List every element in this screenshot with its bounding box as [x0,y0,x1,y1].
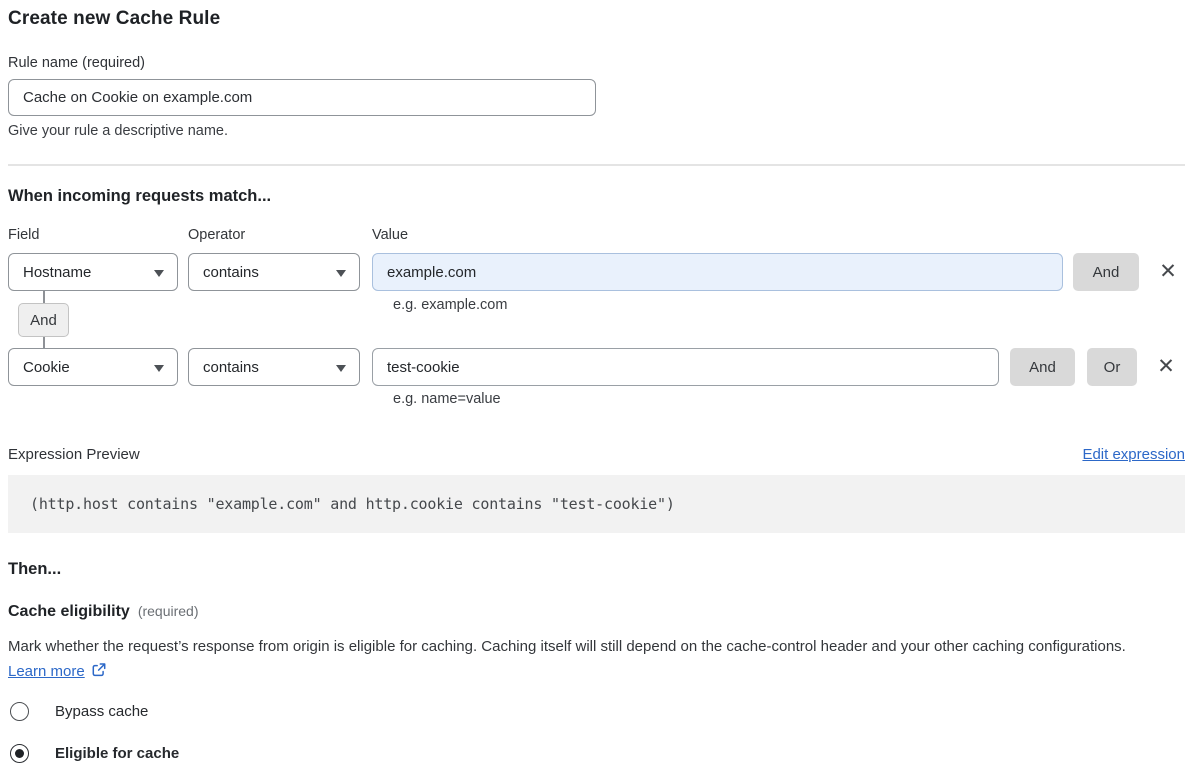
radio-circle-unselected [10,702,29,721]
external-link-icon [91,661,107,686]
operator-select-value: contains [203,264,259,281]
and-connector-chip[interactable]: And [18,303,69,337]
match-row-2: Cookie contains And Or ✕ [8,348,1177,386]
radio-dot [15,749,24,758]
radio-circle-selected [10,744,29,763]
field-select-value: Hostname [23,264,91,281]
rule-name-label: Rule name (required) [8,55,1185,71]
cache-eligibility-description: Mark whether the request’s response from… [8,634,1168,686]
value-helper-1: e.g. example.com [393,297,507,313]
rule-name-helper: Give your rule a descriptive name. [8,123,1185,139]
match-column-labels: Field Operator Value [8,227,1185,243]
or-button-row-2[interactable]: Or [1087,348,1137,386]
and-button-row-2[interactable]: And [1010,348,1075,386]
expression-header: Expression Preview Edit expression [8,446,1185,463]
field-select-hostname[interactable]: Hostname [8,253,178,291]
required-tag: (required) [138,603,199,619]
radio-eligible-for-cache[interactable]: Eligible for cache [10,744,1185,763]
rule-name-input[interactable] [8,79,596,116]
chevron-down-icon [154,365,164,372]
expression-code-block: (http.host contains "example.com" and ht… [8,475,1185,533]
operator-select-value: contains [203,359,259,376]
close-icon[interactable]: ✕ [1155,348,1177,386]
operator-select-1[interactable]: contains [188,253,360,291]
operator-select-2[interactable]: contains [188,348,360,386]
radio-label: Eligible for cache [55,745,179,762]
description-text: Mark whether the request’s response from… [8,638,1126,655]
create-cache-rule-page: Create new Cache Rule Rule name (require… [0,0,1200,763]
chevron-down-icon [336,270,346,277]
cache-eligibility-header: Cache eligibility (required) [8,603,1185,621]
page-title: Create new Cache Rule [8,8,1185,30]
close-icon[interactable]: ✕ [1157,253,1179,291]
match-row-1: Hostname contains And ✕ [8,253,1179,291]
and-button-row-1[interactable]: And [1073,253,1139,291]
field-column-label: Field [8,227,178,243]
value-input-2[interactable] [372,348,999,386]
value-input-1[interactable] [372,253,1063,291]
field-select-value: Cookie [23,359,70,376]
edit-expression-link[interactable]: Edit expression [1082,446,1185,463]
section-divider [8,164,1185,166]
learn-more-link[interactable]: Learn more [8,663,85,680]
expression-preview-label: Expression Preview [8,446,140,463]
field-select-cookie[interactable]: Cookie [8,348,178,386]
match-rows: Hostname contains And ✕ e.g. example.com… [8,253,1185,413]
operator-column-label: Operator [188,227,360,243]
radio-bypass-cache[interactable]: Bypass cache [10,702,1185,721]
then-heading: Then... [8,560,1185,579]
radio-label: Bypass cache [55,703,148,720]
match-heading: When incoming requests match... [8,187,1185,206]
chevron-down-icon [336,365,346,372]
value-column-label: Value [372,227,408,243]
value-helper-2: e.g. name=value [393,391,501,407]
cache-eligibility-title: Cache eligibility [8,603,130,621]
chevron-down-icon [154,270,164,277]
